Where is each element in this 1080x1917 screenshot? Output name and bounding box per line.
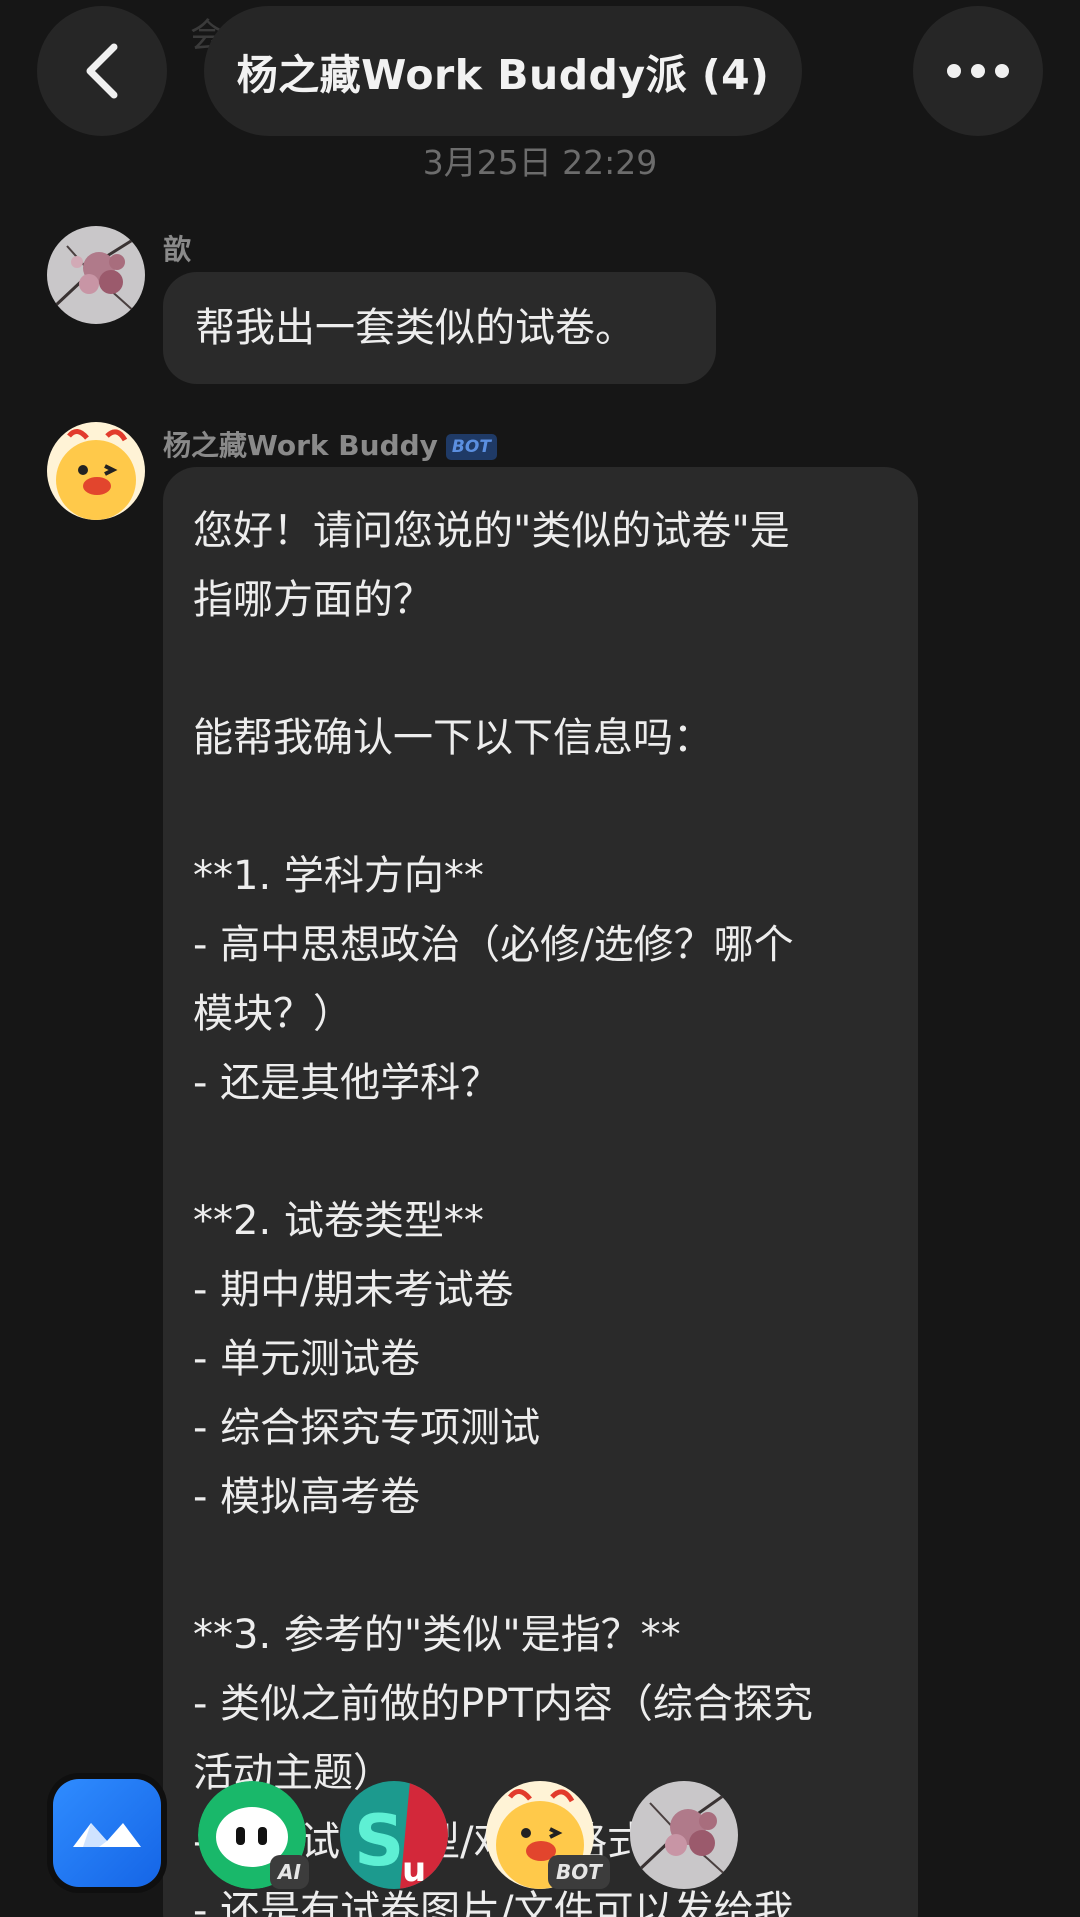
message-bubble[interactable]: 帮我出一套类似的试卷。 [163, 272, 716, 384]
ai-badge: AI [270, 1855, 309, 1889]
more-button[interactable] [913, 6, 1043, 136]
back-button[interactable] [37, 6, 167, 136]
message-bubble[interactable]: 您好！请问您说的"类似的试卷"是 指哪方面的？ 能帮我确认一下以下信息吗： **1. … [163, 467, 918, 1917]
message-line [193, 1532, 888, 1601]
blue-app-icon[interactable] [53, 1779, 161, 1887]
message-line: 能帮我确认一下以下信息吗： [193, 715, 713, 761]
message-line [193, 635, 888, 704]
message-line: 模块？） [193, 991, 353, 1037]
message-line: **1. 学科方向** [193, 853, 484, 899]
message-line: **2. 试卷类型** [193, 1198, 484, 1244]
bot-badge: BOT [445, 434, 497, 460]
app-logo-icon [73, 1823, 141, 1847]
message-line: - 高中思想政治（必修/选修？哪个 [193, 922, 794, 968]
yellow-chick-avatar[interactable] [47, 422, 145, 520]
sender-name: 杨之藏Work Buddy BOT [163, 424, 497, 464]
message-line: - 期中/期末考试卷 [193, 1267, 514, 1313]
message-line: **3. 参考的"类似"是指？** [193, 1612, 681, 1658]
message-line: - 综合探究专项测试 [193, 1405, 541, 1451]
message-timestamp: 3月25日 22:29 [422, 143, 658, 182]
message-line: 指哪方面的？ [193, 577, 433, 623]
cherry-blossom-dock-avatar[interactable] [630, 1781, 738, 1889]
ellipsis-icon [947, 64, 1009, 78]
bot-badge-dock: BOT [548, 1855, 610, 1889]
sender-name-text: 杨之藏Work Buddy [163, 429, 438, 462]
message-line: - 单元测试卷 [193, 1336, 421, 1382]
chat-title[interactable]: 杨之藏Work Buddy派 (4) [204, 6, 802, 136]
cherry-blossom-avatar[interactable] [47, 226, 145, 324]
chevron-left-icon [86, 43, 118, 99]
message-line [193, 1118, 888, 1187]
message-line: - 还是其他学科？ [193, 1060, 501, 1106]
message-line [193, 773, 888, 842]
chat-screen: 会 杨之藏Work Buddy派 (4) 3月25日 22:29 歆 帮我出一套… [0, 0, 1080, 1917]
su-avatar[interactable]: S u [340, 1781, 448, 1889]
message-line: - 模拟高考卷 [193, 1474, 421, 1520]
svg-text:S: S [354, 1800, 404, 1882]
message-line: 您好！请问您说的"类似的试卷"是 [193, 508, 790, 554]
message-line: - 类似之前做的PPT内容（综合探究 [193, 1681, 813, 1727]
sender-name: 歆 [163, 233, 192, 266]
